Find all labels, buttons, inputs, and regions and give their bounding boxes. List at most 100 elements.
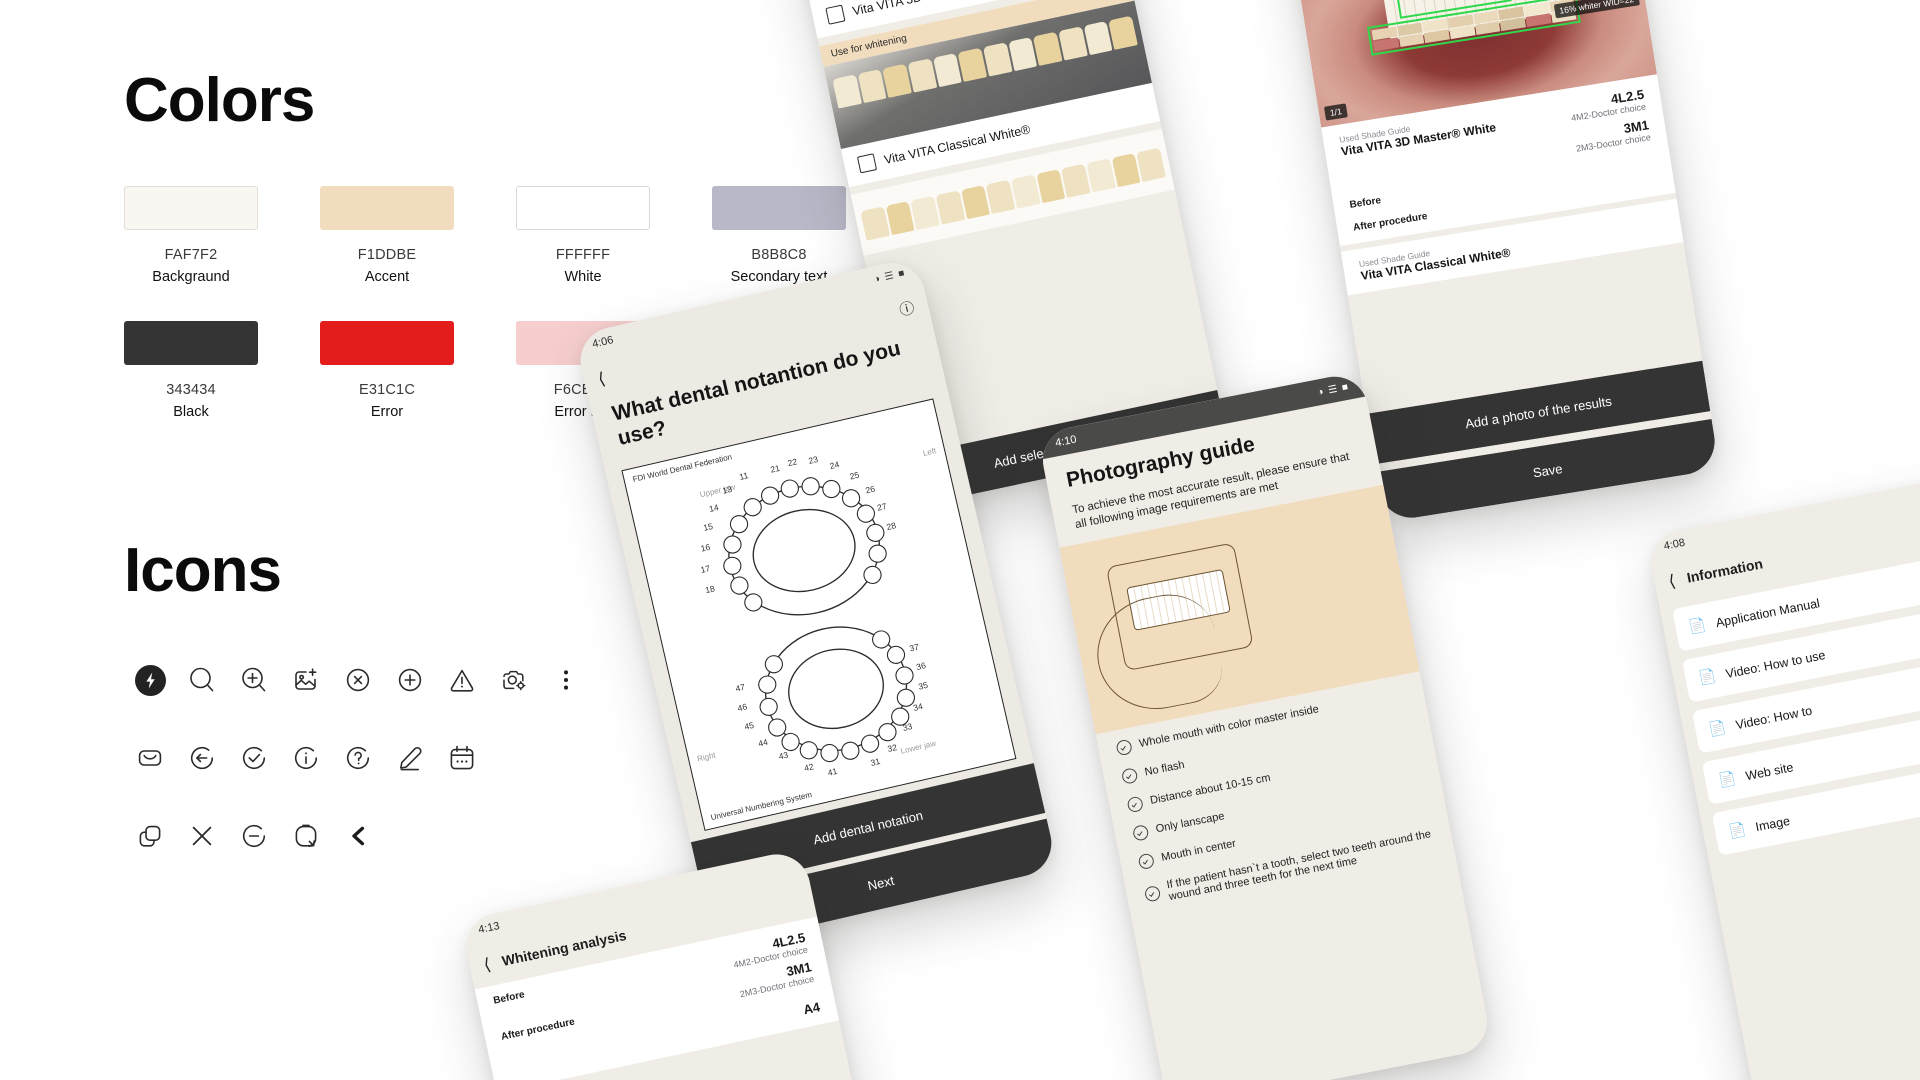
mail-icon[interactable] [124,732,176,784]
svg-text:44: 44 [757,736,769,748]
svg-text:47: 47 [734,681,746,693]
status-time: 4:08 [1662,536,1687,553]
wifi-icon: ◑ [1316,386,1325,398]
svg-text:37: 37 [908,641,920,653]
svg-text:42: 42 [803,761,815,773]
back-circle-icon[interactable] [176,732,228,784]
svg-text:13: 13 [721,483,733,495]
svg-text:25: 25 [849,469,861,481]
swatch-chip [320,186,454,230]
status-icons: ◑ ☰ ■ [1316,381,1349,398]
after-label: After procedure [500,1016,576,1043]
svg-text:18: 18 [704,583,716,595]
swatch-hex: 343434 [166,382,216,398]
swatch-chip [124,321,258,365]
color-swatch-error: E31C1C Error [320,321,470,420]
add-photo-icon[interactable] [280,654,332,706]
warning-triangle-icon[interactable] [436,654,488,706]
svg-text:34: 34 [912,701,924,713]
battery-icon: ■ [1340,381,1349,394]
signal-icon: ☰ [1327,383,1339,396]
colors-heading: Colors [124,66,315,135]
camera-settings-icon[interactable] [488,654,540,706]
swatch-label: Black [173,404,209,420]
plus-circle-icon[interactable] [384,654,436,706]
color-swatch-background: FAF7F2 Backgraund [124,186,274,285]
help-circle-icon[interactable] [332,732,384,784]
svg-text:24: 24 [829,459,841,471]
nav-title: Information [1685,555,1765,586]
svg-text:17: 17 [699,563,711,575]
chevron-left-icon[interactable] [332,810,384,862]
zoom-in-icon[interactable] [228,654,280,706]
dental-chart[interactable]: FDI World Dental Federation Upper jaw Lo… [621,397,1017,831]
info-circle-icon[interactable] [280,732,332,784]
item-label: Video: How to use [1724,647,1827,681]
svg-text:26: 26 [864,483,876,495]
check-icon [1120,766,1139,785]
svg-text:36: 36 [915,660,927,672]
item-label: Image [1754,813,1792,834]
color-swatch-black: 343434 Black [124,321,274,420]
item-label: Video: How to [1734,703,1814,732]
svg-text:32: 32 [886,742,898,754]
color-swatch-accent: F1DDBE Accent [320,186,470,285]
svg-text:33: 33 [902,721,914,733]
battery-icon: ■ [897,267,906,280]
calendar-icon[interactable] [436,732,488,784]
search-icon[interactable] [176,654,228,706]
svg-text:43: 43 [778,749,790,761]
more-vertical-icon[interactable] [540,654,592,706]
status-icons: ◑ ☰ ■ [873,267,906,285]
checkbox[interactable] [825,4,846,25]
swatch-label: Error [370,404,404,420]
check-circle-icon[interactable] [228,732,280,784]
svg-text:11: 11 [738,470,749,482]
document-icon: 📄 [1707,718,1728,738]
info-icon[interactable]: ⓘ [897,296,916,320]
flash-filled-icon[interactable] [124,654,176,706]
svg-text:35: 35 [917,679,929,691]
item-label: Application Manual [1714,595,1821,630]
close-icon[interactable] [176,810,228,862]
duplicate-icon[interactable] [124,810,176,862]
document-icon: 📄 [1717,769,1738,789]
page-badge: 1/1 [1323,103,1348,121]
swatch-hex: FAF7F2 [164,247,218,263]
check-icon [1143,885,1162,903]
checkbox[interactable] [856,153,878,174]
svg-text:16: 16 [700,541,712,553]
svg-text:27: 27 [876,500,888,512]
svg-text:41: 41 [827,765,839,777]
rotate-icon[interactable] [280,810,332,862]
check-icon [1115,738,1133,757]
status-time: 4:06 [591,334,615,351]
back-button[interactable]: ⟨ [1667,571,1677,591]
before-label: Before [492,989,526,1007]
check-icon [1131,823,1150,842]
swatch-hex: F1DDBE [357,247,417,263]
swatch-hex: E31C1C [358,382,415,398]
svg-text:22: 22 [787,456,799,468]
swatch-label: White [564,269,602,285]
swatch-label: Backgraund [152,269,230,285]
swatch-hex: B8B8C8 [751,247,807,263]
document-icon: 📄 [1697,667,1718,687]
svg-text:23: 23 [807,454,819,466]
minus-circle-icon[interactable] [228,810,280,862]
svg-text:46: 46 [736,701,748,713]
item-label: Web site [1744,759,1795,783]
svg-text:14: 14 [708,502,720,514]
status-time: 4:13 [477,920,501,937]
close-circle-icon[interactable] [332,654,384,706]
wifi-icon: ◑ [872,272,882,286]
swatch-chip [516,186,650,230]
swatch-chip [320,321,454,365]
back-button[interactable]: ⟨ [596,369,607,389]
swatch-label: Accent [364,269,410,285]
svg-text:31: 31 [870,756,882,768]
back-button[interactable]: ⟨ [482,954,492,974]
check-icon [1126,795,1144,814]
color-swatch-white: FFFFFF White [516,186,666,285]
edit-pencil-icon[interactable] [384,732,436,784]
